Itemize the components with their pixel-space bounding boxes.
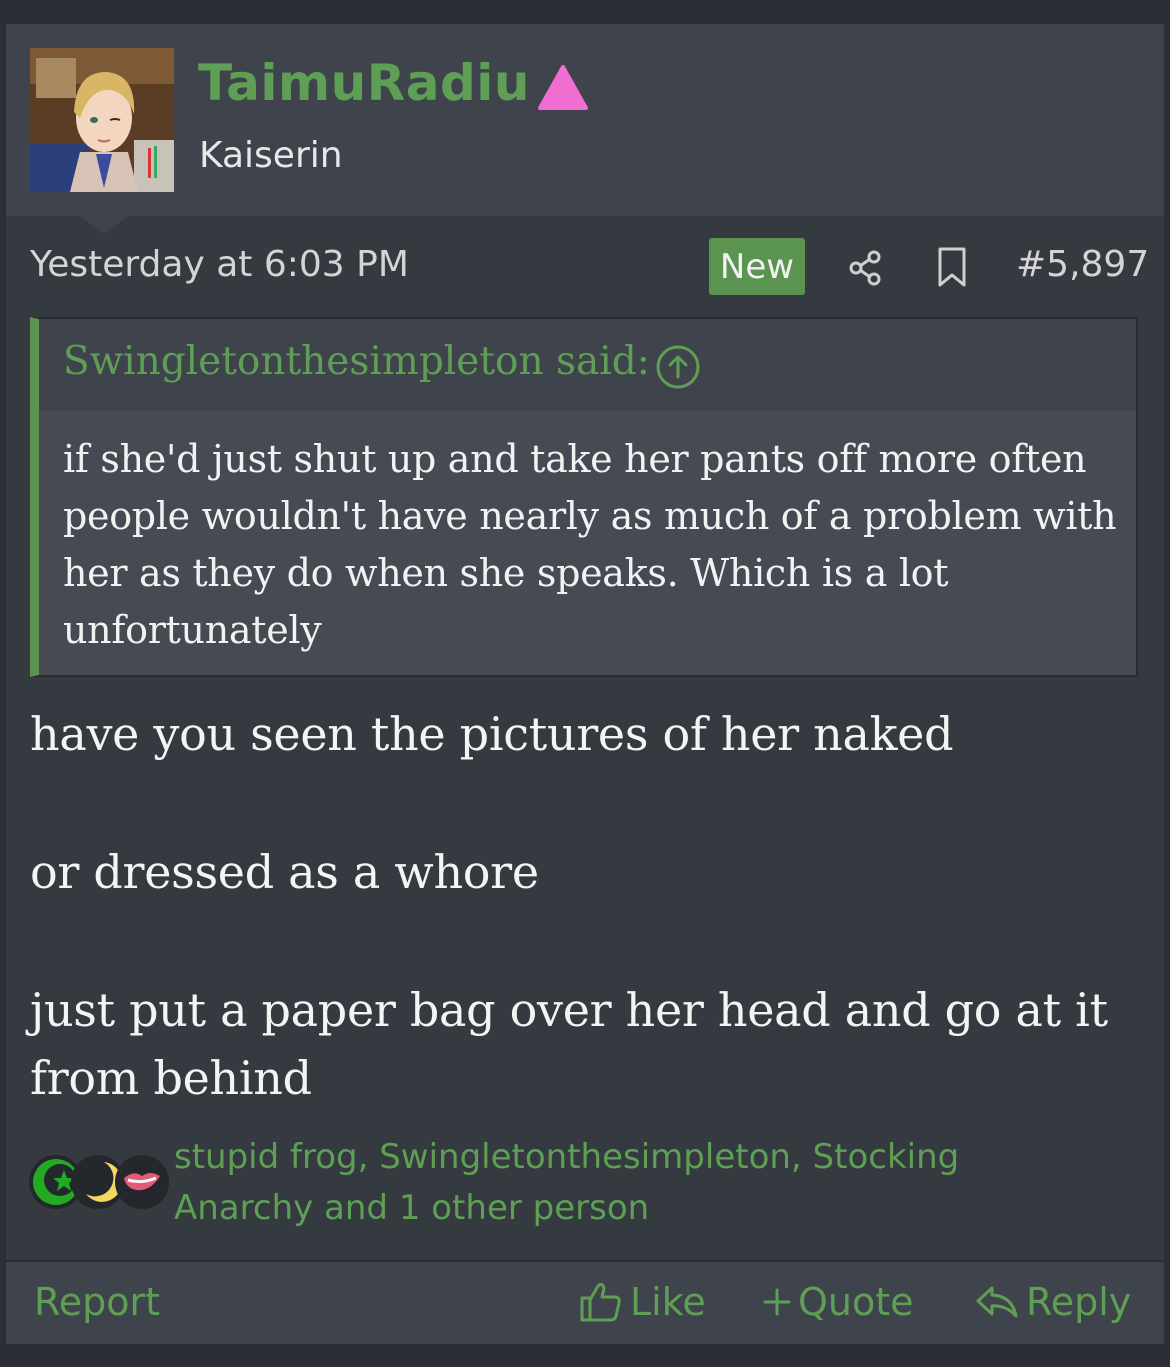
post-message: have you seen the pictures of her naked …: [30, 700, 1140, 1112]
post-timestamp[interactable]: Yesterday at 6:03 PM: [30, 244, 409, 285]
arrow-up-circle-icon[interactable]: [655, 344, 701, 390]
message-paragraph: have you seen the pictures of her naked: [30, 707, 954, 761]
quote-author-link[interactable]: Swingletonthesimpleton said:: [63, 339, 650, 384]
share-icon[interactable]: [846, 248, 886, 288]
reply-button[interactable]: Reply: [974, 1280, 1131, 1324]
pink-triangle-icon: [538, 65, 588, 110]
thumbs-up-icon: [580, 1282, 621, 1322]
quote-label: Quote: [798, 1280, 914, 1324]
user-block: TaimuRadiu Kaiserin: [6, 24, 1164, 216]
report-button[interactable]: Report: [34, 1280, 160, 1324]
message-paragraph: or dressed as a whore: [30, 845, 539, 899]
new-badge: New: [709, 238, 805, 295]
lips-icon: [115, 1155, 169, 1209]
avatar[interactable]: [30, 48, 174, 192]
post-number-link[interactable]: #5,897: [1016, 244, 1149, 285]
post-footer: Report Like Quote Reply: [6, 1260, 1164, 1344]
quote-block: Swingletonthesimpleton said: if she'd ju…: [30, 317, 1138, 677]
quote-button[interactable]: Quote: [762, 1280, 914, 1324]
plus-icon: [763, 1288, 791, 1316]
forum-post: TaimuRadiu Kaiserin Yesterday at 6:03 PM…: [6, 24, 1164, 1344]
user-title: Kaiserin: [199, 135, 343, 176]
reply-label: Reply: [1026, 1280, 1132, 1324]
user-block-pointer: [80, 216, 128, 234]
reaction-summary-link[interactable]: stupid frog, Swingletonthesimpleton, Sto…: [174, 1132, 1034, 1234]
quote-header: Swingletonthesimpleton said:: [39, 319, 1136, 411]
bookmark-icon[interactable]: [934, 246, 970, 288]
like-button[interactable]: Like: [578, 1280, 706, 1324]
reply-arrow-icon: [976, 1286, 1018, 1318]
username[interactable]: TaimuRadiu: [198, 54, 530, 112]
like-label: Like: [630, 1280, 706, 1324]
message-paragraph: just put a paper bag over her head and g…: [30, 983, 1108, 1105]
quote-text: if she'd just shut up and take her pants…: [63, 437, 1117, 652]
reaction-icons[interactable]: [26, 1152, 176, 1212]
